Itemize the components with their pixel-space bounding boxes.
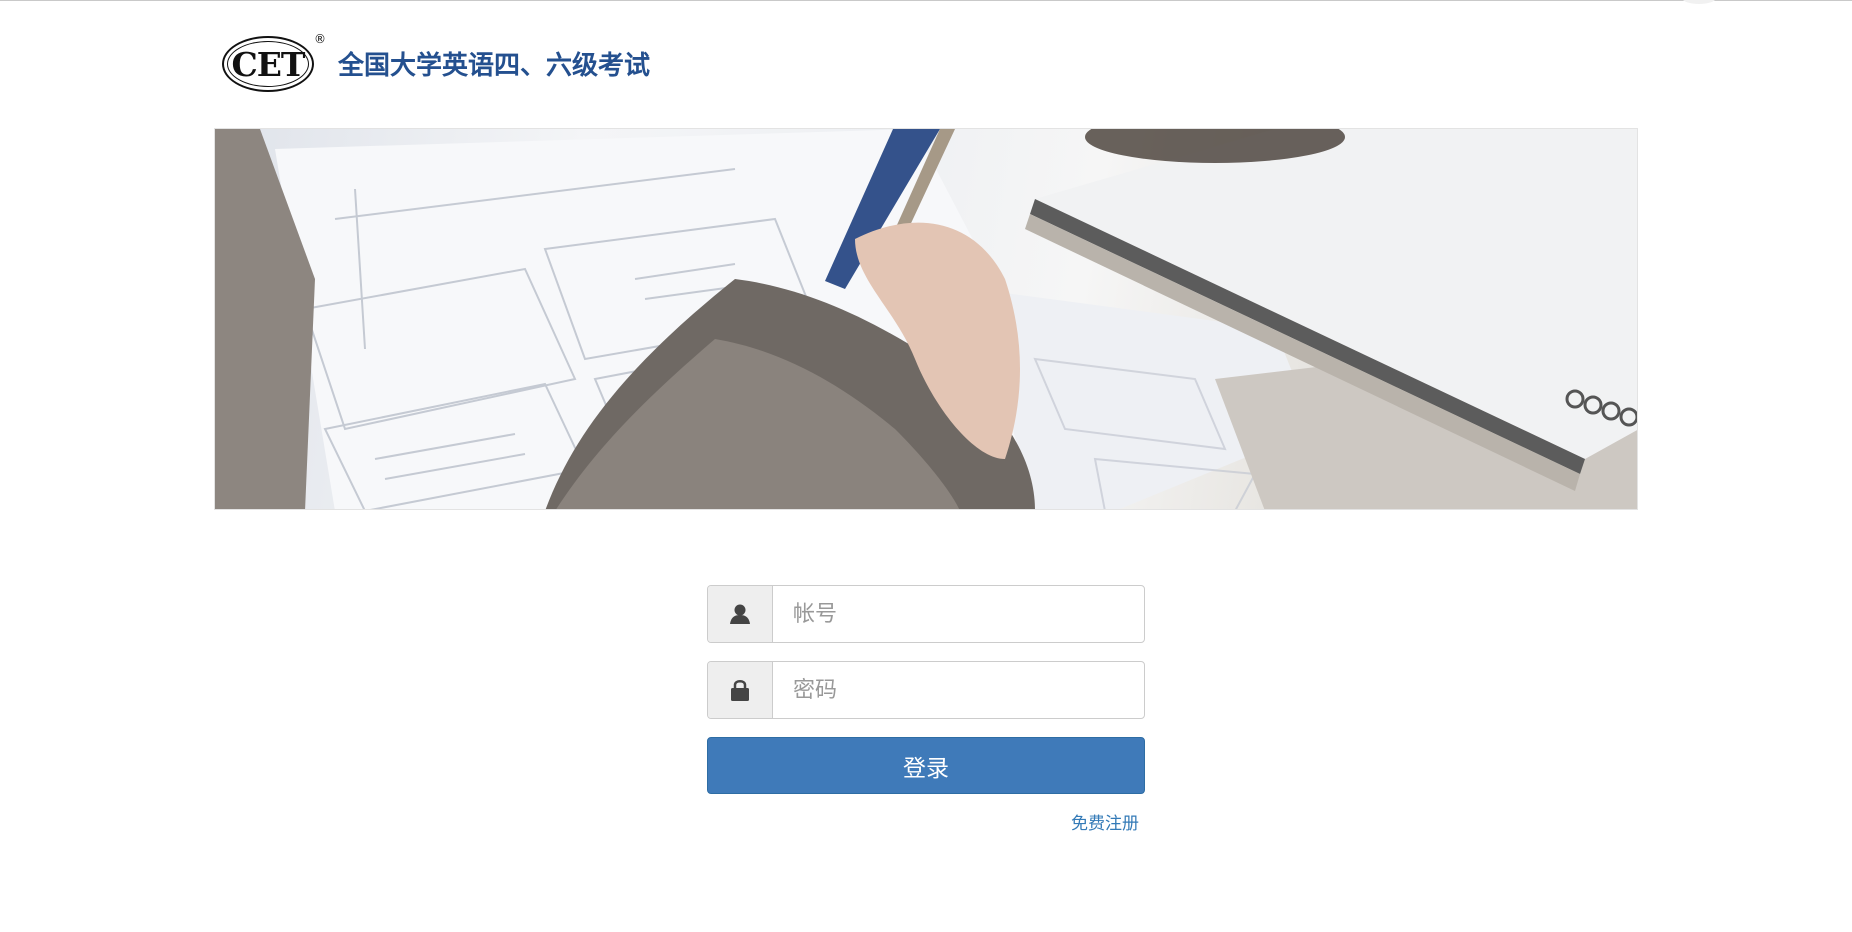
login-form: 登录 免费注册 (707, 585, 1145, 834)
account-input[interactable] (773, 586, 1144, 642)
password-input-group (707, 661, 1145, 719)
site-title: 全国大学英语四、六级考试 (338, 50, 651, 81)
banner-photo (215, 129, 1637, 509)
user-icon (708, 586, 773, 642)
login-button[interactable]: 登录 (707, 737, 1145, 794)
lock-icon (708, 662, 773, 718)
registered-mark: ® (314, 32, 326, 46)
banner-image (214, 128, 1638, 510)
corner-decoration (1682, 0, 1716, 4)
account-input-group (707, 585, 1145, 643)
cet-logo[interactable]: CET ® (214, 28, 326, 98)
register-link[interactable]: 免费注册 (1071, 809, 1139, 834)
password-input[interactable] (773, 662, 1144, 718)
top-border (0, 0, 1852, 1)
logo-text: CET (231, 44, 306, 84)
page-header: CET ® 全国大学英语四、六级考试 (214, 28, 650, 98)
